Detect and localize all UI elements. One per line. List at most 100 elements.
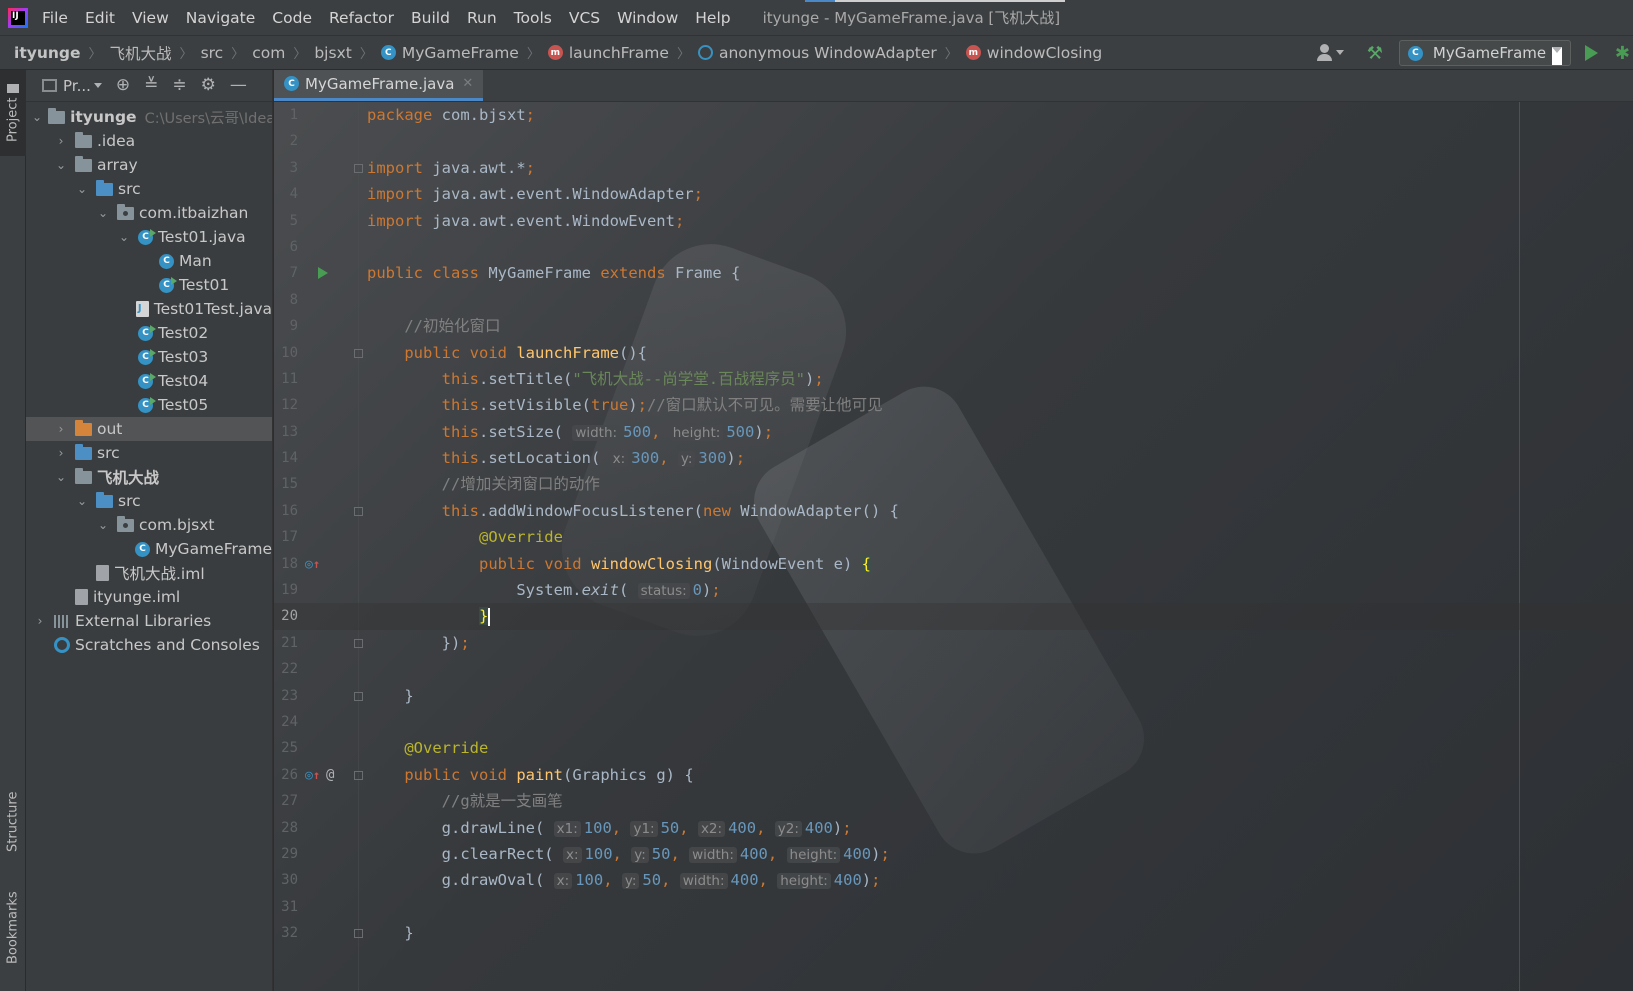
- locate-crosshair-icon[interactable]: ⊕: [116, 77, 130, 94]
- line-number[interactable]: 16: [274, 498, 298, 524]
- line-number[interactable]: 3: [274, 155, 298, 181]
- fold-marker-icon[interactable]: [354, 638, 363, 648]
- line-number[interactable]: 22: [274, 656, 298, 682]
- line-number[interactable]: 12: [274, 392, 298, 418]
- breadcrumb-module[interactable]: 飞机大战: [110, 42, 172, 64]
- run-configuration-select[interactable]: C MyGameFrame: [1398, 40, 1571, 66]
- menu-edit[interactable]: Edit: [85, 9, 115, 27]
- line-number[interactable]: 9: [274, 313, 298, 339]
- menu-vcs[interactable]: VCS: [569, 9, 600, 27]
- chevron-right-icon[interactable]: ›: [32, 614, 48, 628]
- code-line[interactable]: 27 //g就是一支画笔: [274, 788, 1633, 814]
- breadcrumb-src[interactable]: src: [201, 44, 224, 62]
- tree-item[interactable]: ⌄ com.bjsxt: [26, 513, 272, 537]
- user-icon[interactable]: [1316, 44, 1344, 62]
- line-number[interactable]: 29: [274, 841, 298, 867]
- tree-item[interactable]: C Man: [26, 249, 272, 273]
- line-number[interactable]: 4: [274, 181, 298, 207]
- line-number[interactable]: 30: [274, 867, 298, 893]
- chevron-right-icon[interactable]: ›: [53, 422, 69, 436]
- line-number[interactable]: 17: [274, 524, 298, 550]
- tree-item[interactable]: Scratches and Consoles: [26, 633, 272, 657]
- line-number[interactable]: 8: [274, 287, 298, 313]
- line-number[interactable]: 28: [274, 815, 298, 841]
- chevron-down-icon[interactable]: ⌄: [53, 470, 69, 484]
- menu-build[interactable]: Build: [411, 9, 450, 27]
- code-line[interactable]: 18 ◎↑ public void windowClosing(WindowEve…: [274, 551, 1633, 577]
- tree-item[interactable]: C Test04: [26, 369, 272, 393]
- annotation-at-icon[interactable]: @: [326, 762, 334, 788]
- tree-item[interactable]: C Test02: [26, 321, 272, 345]
- code-line[interactable]: 8: [274, 287, 1633, 313]
- chevron-down-icon[interactable]: ⌄: [74, 494, 90, 508]
- chevron-right-icon[interactable]: ›: [53, 446, 69, 460]
- debug-bug-icon[interactable]: ✱: [1615, 43, 1630, 64]
- line-number[interactable]: 2: [274, 128, 298, 154]
- tool-tab-project[interactable]: Project: [0, 70, 26, 156]
- fold-marker-icon[interactable]: [354, 506, 363, 516]
- menu-file[interactable]: File: [42, 9, 68, 27]
- line-number[interactable]: 14: [274, 445, 298, 471]
- chevron-down-icon[interactable]: ⌄: [95, 518, 111, 532]
- hide-minus-icon[interactable]: —: [230, 77, 247, 94]
- tree-item[interactable]: › External Libraries: [26, 609, 272, 633]
- code-line[interactable]: 21 });: [274, 630, 1633, 656]
- chevron-down-icon[interactable]: ⌄: [74, 182, 90, 196]
- code-line[interactable]: 20 }: [274, 603, 1633, 630]
- tree-item[interactable]: Test01Test.java: [26, 297, 272, 321]
- tree-item[interactable]: 飞机大战.iml: [26, 561, 272, 585]
- chevron-down-icon[interactable]: ⌄: [53, 158, 69, 172]
- breadcrumb-bjsxt[interactable]: bjsxt: [314, 44, 351, 62]
- code-line[interactable]: 7 public class MyGameFrame extends Frame …: [274, 260, 1633, 286]
- code-line[interactable]: 4 import java.awt.event.WindowAdapter;: [274, 181, 1633, 207]
- code-line[interactable]: 14 this.setLocation( x: 300, y: 300);: [274, 445, 1633, 471]
- code-line[interactable]: 29 g.clearRect( x: 100, y: 50, width: 400, …: [274, 841, 1633, 867]
- code-line[interactable]: 30 g.drawOval( x: 100, y: 50, width: 400, h…: [274, 867, 1633, 893]
- breadcrumb-anonymous[interactable]: anonymous WindowAdapter: [719, 44, 937, 62]
- code-line[interactable]: 1 package com.bjsxt;: [274, 102, 1633, 128]
- editor-tab-mygameframe[interactable]: C MyGameFrame.java ✕: [274, 70, 484, 101]
- menu-navigate[interactable]: Navigate: [186, 9, 256, 27]
- line-number[interactable]: 18: [274, 551, 298, 577]
- chevron-right-icon[interactable]: ›: [53, 134, 69, 148]
- code-line[interactable]: 25 @Override: [274, 735, 1633, 761]
- code-line[interactable]: 15 //增加关闭窗口的动作: [274, 471, 1633, 497]
- menu-view[interactable]: View: [132, 9, 169, 27]
- tool-tab-bookmarks[interactable]: Bookmarks: [0, 880, 26, 975]
- code-line[interactable]: 2: [274, 128, 1633, 154]
- line-number[interactable]: 20: [274, 603, 298, 629]
- code-line[interactable]: 23 }: [274, 683, 1633, 709]
- fold-marker-icon[interactable]: [354, 348, 363, 358]
- fold-marker-icon[interactable]: [354, 163, 363, 173]
- tree-item[interactable]: ⌄ 飞机大战: [26, 465, 272, 489]
- line-number[interactable]: 1: [274, 102, 298, 128]
- collapse-all-icon[interactable]: ≑: [172, 77, 186, 94]
- line-number[interactable]: 7: [274, 260, 298, 286]
- run-gutter-icon[interactable]: [318, 267, 328, 280]
- line-number[interactable]: 27: [274, 788, 298, 814]
- breadcrumb-class[interactable]: MyGameFrame: [402, 44, 519, 62]
- tree-item[interactable]: ⌄ ityunge C:\Users\云哥\IdeaP: [26, 105, 272, 129]
- line-number[interactable]: 5: [274, 208, 298, 234]
- menu-help[interactable]: Help: [695, 9, 730, 27]
- line-number[interactable]: 10: [274, 340, 298, 366]
- tree-item[interactable]: ⌄ com.itbaizhan: [26, 201, 272, 225]
- line-number[interactable]: 21: [274, 630, 298, 656]
- tree-item[interactable]: C Test01: [26, 273, 272, 297]
- code-line[interactable]: 9 //初始化窗口: [274, 313, 1633, 339]
- tree-item[interactable]: › src: [26, 441, 272, 465]
- chevron-down-icon[interactable]: [93, 83, 102, 92]
- code-line[interactable]: 12 this.setVisible(true);//窗口默认不可见。需要让他可…: [274, 392, 1633, 418]
- line-number[interactable]: 11: [274, 366, 298, 392]
- line-number[interactable]: 19: [274, 577, 298, 603]
- code-line[interactable]: 16 this.addWindowFocusListener(new Windo…: [274, 498, 1633, 524]
- line-number[interactable]: 26: [274, 762, 298, 788]
- code-line[interactable]: 28 g.drawLine( x1: 100, y1: 50, x2: 400, y2…: [274, 815, 1633, 841]
- code-line[interactable]: 17 @Override: [274, 524, 1633, 550]
- code-line[interactable]: 11 this.setTitle("飞机大战--尚学堂.百战程序员");: [274, 366, 1633, 392]
- chevron-down-icon[interactable]: ⌄: [116, 230, 132, 244]
- code-line[interactable]: 32 }: [274, 920, 1633, 946]
- line-number[interactable]: 13: [274, 419, 298, 445]
- expand-all-icon[interactable]: ≚: [144, 77, 158, 94]
- tree-item[interactable]: ⌄ src: [26, 177, 272, 201]
